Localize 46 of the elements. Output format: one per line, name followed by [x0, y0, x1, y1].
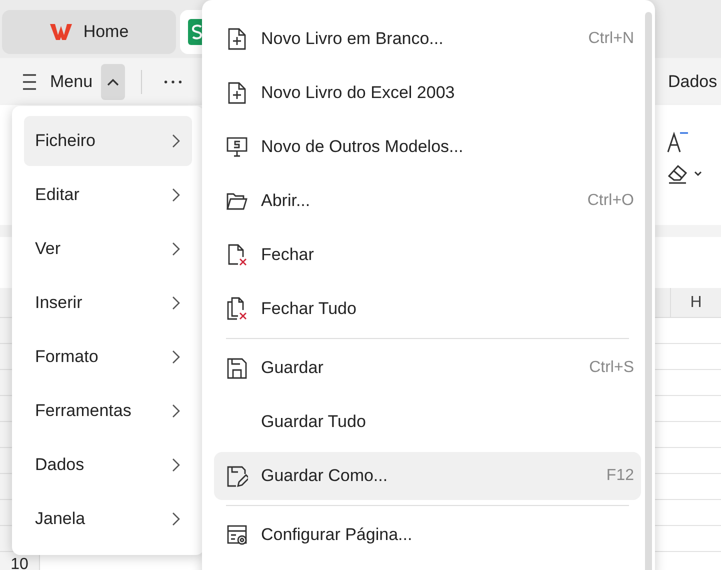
save-as-icon: [226, 464, 248, 488]
column-header[interactable]: H: [670, 288, 721, 317]
menu-item[interactable]: Ficheiro: [24, 116, 192, 166]
menu-item[interactable]: Inserir: [24, 278, 192, 328]
new-file-icon: [226, 81, 248, 105]
menu-item[interactable]: Guardar Ctrl+S: [214, 344, 641, 392]
menu-item[interactable]: Novo de Outros Modelos...: [214, 123, 641, 171]
menu-item[interactable]: Ver: [24, 224, 192, 274]
menu-item[interactable]: Formato: [24, 332, 192, 382]
document-tab[interactable]: Home: [2, 10, 176, 54]
chevron-icon: [172, 404, 180, 418]
close-files-icon: [226, 297, 248, 321]
chevron-icon: [172, 134, 180, 148]
chevron-icon: [172, 350, 180, 364]
save-icon: [226, 356, 248, 380]
menu-item[interactable]: Editar: [24, 170, 192, 220]
chevron-icon: [172, 188, 180, 202]
menu-item[interactable]: Configurar Página...: [214, 511, 641, 559]
more-icon: [164, 80, 182, 84]
caret-icon: [106, 78, 119, 86]
menu-item[interactable]: Guardar Tudo: [214, 398, 641, 446]
menu-item[interactable]: Guardar Como... F12: [214, 452, 641, 500]
menu-item[interactable]: Fechar: [214, 231, 641, 279]
menu-item[interactable]: Abrir... Ctrl+O: [214, 177, 641, 225]
new-file-icon: [226, 27, 248, 51]
menu-icon: [22, 72, 38, 90]
collapse-button[interactable]: [100, 64, 125, 100]
menu-item[interactable]: Ferramentas: [24, 386, 192, 436]
menu-button[interactable]: Menu: [22, 72, 93, 92]
page-setup-icon: [226, 523, 248, 547]
menu-item[interactable]: Fechar Tudo: [214, 285, 641, 333]
eraser-icon: [667, 163, 703, 185]
menu-item[interactable]: Novo Livro do Excel 2003: [214, 69, 641, 117]
menu-item[interactable]: Novo Livro em Branco... Ctrl+N: [214, 15, 641, 63]
chevron-icon: [172, 512, 180, 526]
chevron-icon: [172, 458, 180, 472]
menu-item[interactable]: Dados: [24, 440, 192, 490]
font-size-icon: [667, 131, 689, 153]
ribbon-tab[interactable]: Dados: [668, 72, 718, 92]
scrollbar[interactable]: [645, 12, 652, 570]
app-logo-icon: [49, 22, 74, 42]
chevron-icon: [172, 296, 180, 310]
monitor-icon: [226, 135, 248, 159]
menu-item[interactable]: Janela: [24, 494, 192, 544]
close-file-icon: [226, 243, 248, 267]
chevron-icon: [172, 242, 180, 256]
